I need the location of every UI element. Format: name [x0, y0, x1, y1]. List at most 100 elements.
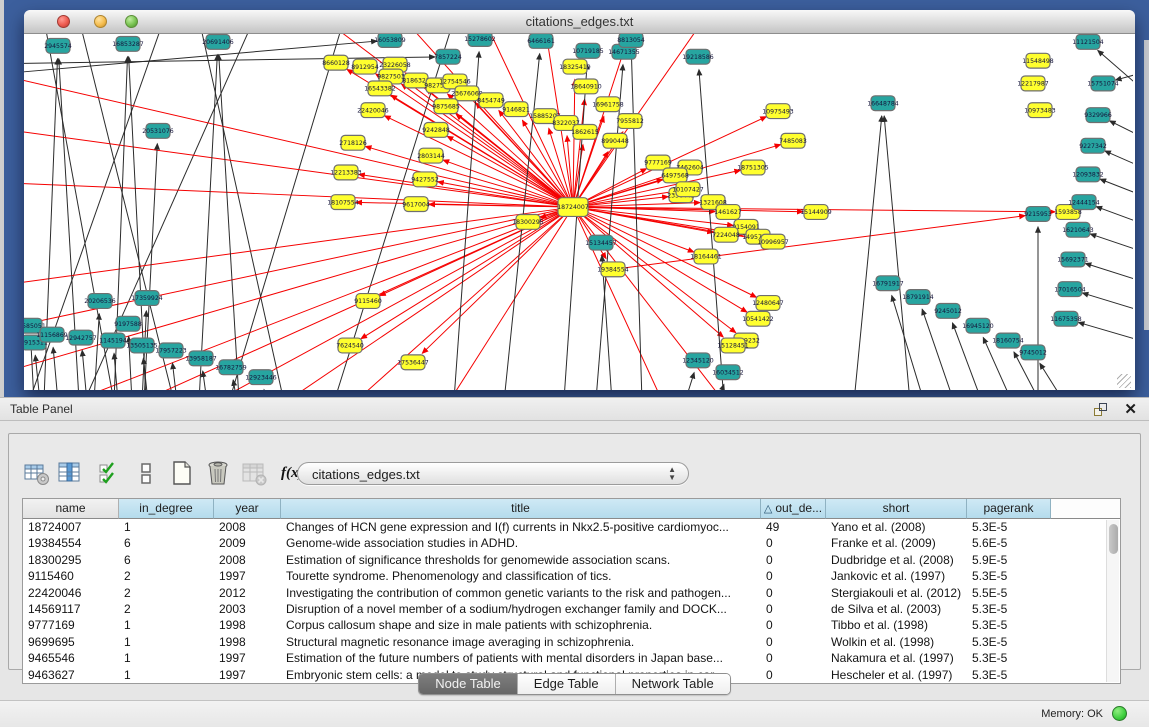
graph-node-yellow[interactable]: 8454749 — [477, 93, 505, 108]
cell-in_degree[interactable]: 1 — [119, 519, 214, 535]
graph-node-teal[interactable]: 15751074 — [1087, 76, 1119, 91]
black-edge[interactable] — [564, 64, 587, 390]
network-canvas[interactable]: 1872400786601288912954232260589827503165… — [24, 34, 1133, 390]
graph-node-teal[interactable]: 12345120 — [682, 353, 714, 368]
table-row[interactable]: 946554611997Estimation of the future num… — [23, 650, 1120, 666]
black-edge[interactable] — [1100, 179, 1133, 200]
graph-node-yellow[interactable]: 12217987 — [1017, 76, 1049, 91]
cell-name[interactable]: 14569117 — [23, 601, 119, 617]
column-header-short[interactable]: short — [826, 499, 967, 519]
cell-short[interactable]: Dudbridge et al. (2008) — [826, 552, 967, 568]
cell-out_de[interactable]: 0 — [761, 650, 826, 666]
cell-year[interactable]: 2008 — [214, 552, 281, 568]
graph-node-yellow[interactable]: 12480647 — [752, 296, 784, 311]
graph-node-teal[interactable]: 9245012 — [934, 303, 962, 318]
cell-title[interactable]: Genome-wide association studies in ADHD. — [281, 535, 761, 551]
cell-name[interactable]: 9699695 — [23, 634, 119, 650]
graph-node-yellow[interactable]: 2803144 — [417, 148, 445, 163]
node-table[interactable]: namein_degreeyeartitle△out_de...shortpag… — [22, 498, 1121, 684]
table-body[interactable]: 1872400712008Changes of HCN gene express… — [23, 519, 1120, 683]
red-edge[interactable] — [24, 207, 573, 331]
graph-node-teal[interactable]: 17957223 — [155, 343, 187, 358]
graph-node-yellow[interactable]: 10975493 — [762, 104, 794, 119]
black-edge[interactable] — [684, 373, 694, 390]
cell-name[interactable]: 9777169 — [23, 617, 119, 633]
column-header-name[interactable]: name — [23, 499, 119, 519]
black-edge[interactable] — [1085, 263, 1133, 285]
cell-short[interactable]: Franke et al. (2009) — [826, 535, 967, 551]
table-selector-dropdown[interactable]: citations_edges.txt ▲▼ — [297, 462, 689, 485]
table-row[interactable]: 977716911998Corpus callosum shape and si… — [23, 617, 1120, 633]
red-edge[interactable] — [573, 207, 723, 337]
memory-status-icon[interactable] — [1112, 706, 1127, 721]
select-rows-button[interactable] — [97, 460, 124, 487]
cell-out_de[interactable]: 49 — [761, 519, 826, 535]
cell-pagerank[interactable]: 5.3E-5 — [967, 568, 1051, 584]
black-edge[interactable] — [631, 53, 642, 390]
graph-node-yellow[interactable]: 15144909 — [800, 205, 832, 220]
cell-name[interactable]: 18300295 — [23, 552, 119, 568]
graph-node-yellow[interactable]: 16961758 — [592, 97, 624, 112]
black-edge[interactable] — [854, 116, 882, 390]
graph-node-yellow[interactable]: 9115460 — [354, 294, 382, 309]
cell-year[interactable]: 2012 — [214, 585, 281, 601]
graph-node-teal[interactable]: 16034512 — [712, 365, 744, 380]
graph-node-teal[interactable]: 17359924 — [131, 291, 163, 306]
graph-node-teal[interactable]: 12942757 — [65, 330, 97, 345]
graph-node-yellow[interactable]: 18300295 — [512, 214, 544, 229]
cell-in_degree[interactable]: 6 — [119, 535, 214, 551]
column-header-in_degree[interactable]: in_degree — [119, 499, 214, 519]
cell-short[interactable]: Tibbo et al. (1998) — [826, 617, 967, 633]
graph-node-yellow[interactable]: 12213383 — [330, 165, 362, 180]
graph-node-teal[interactable]: 12444154 — [1068, 195, 1100, 210]
graph-node-teal[interactable]: 10719185 — [572, 43, 604, 58]
cell-short[interactable]: de Silva et al. (2003) — [826, 601, 967, 617]
column-header-pagerank[interactable]: pagerank — [967, 499, 1051, 519]
graph-node-teal[interactable]: 16648784 — [867, 96, 899, 111]
resize-grip-icon[interactable] — [1117, 374, 1131, 388]
graph-node-yellow[interactable]: 19384554 — [597, 262, 629, 277]
graph-node-teal[interactable]: 16945120 — [962, 318, 994, 333]
graph-node-teal[interactable]: 11121504 — [1072, 34, 1104, 49]
graph-node-yellow[interactable]: 7624540 — [336, 338, 364, 353]
graph-node-teal[interactable]: 12923446 — [245, 370, 277, 385]
graph-node-yellow[interactable]: 22420046 — [357, 103, 389, 118]
cell-short[interactable]: Stergiakouli et al. (2012) — [826, 585, 967, 601]
cell-short[interactable]: Wolkin et al. (1998) — [826, 634, 967, 650]
graph-node-yellow[interactable]: 7224048 — [712, 227, 740, 242]
red-edge[interactable] — [361, 207, 573, 339]
cell-year[interactable]: 1997 — [214, 568, 281, 584]
table-row[interactable]: 1872400712008Changes of HCN gene express… — [23, 519, 1120, 535]
black-edge[interactable] — [1082, 293, 1133, 315]
cell-name[interactable]: 19384554 — [23, 535, 119, 551]
cell-short[interactable]: Jankovic et al. (1997) — [826, 568, 967, 584]
cell-year[interactable]: 2003 — [214, 601, 281, 617]
graph-node-teal[interactable]: 20691406 — [202, 34, 234, 49]
close-panel-icon[interactable]: ✕ — [1124, 400, 1137, 418]
cell-pagerank[interactable]: 5.9E-5 — [967, 552, 1051, 568]
column-header-year[interactable]: year — [214, 499, 281, 519]
graph-node-teal[interactable]: 11675358 — [1050, 311, 1082, 326]
graph-node-yellow[interactable]: 8912954 — [351, 59, 379, 74]
cell-year[interactable]: 1997 — [214, 650, 281, 666]
cell-year[interactable]: 1998 — [214, 617, 281, 633]
graph-node-teal[interactable]: 20206536 — [84, 294, 116, 309]
table-row[interactable]: 2242004622012Investigating the contribut… — [23, 585, 1120, 601]
cell-out_de[interactable]: 0 — [761, 585, 826, 601]
cell-out_de[interactable]: 0 — [761, 552, 826, 568]
column-visibility-button[interactable] — [57, 460, 84, 487]
graph-node-yellow[interactable]: 10996957 — [757, 234, 789, 249]
graph-node-yellow[interactable]: 18107554 — [327, 195, 359, 210]
cell-pagerank[interactable]: 5.3E-5 — [967, 601, 1051, 617]
graph-node-yellow[interactable]: 9242848 — [422, 123, 450, 138]
graph-node-yellow[interactable]: 17536447 — [397, 355, 429, 370]
graph-node-teal[interactable]: 17016504 — [1054, 282, 1086, 297]
graph-node-yellow[interactable]: 7955812 — [616, 114, 644, 129]
red-edge[interactable] — [573, 79, 575, 207]
graph-node-teal[interactable]: 18791914 — [902, 290, 934, 305]
graph-node-teal[interactable]: 15134457 — [585, 235, 617, 250]
graph-node-teal[interactable]: 9227342 — [1079, 138, 1107, 153]
column-header-title[interactable]: title — [281, 499, 761, 519]
graph-node-teal[interactable]: 8813054 — [617, 34, 645, 47]
cell-name[interactable]: 22420046 — [23, 585, 119, 601]
